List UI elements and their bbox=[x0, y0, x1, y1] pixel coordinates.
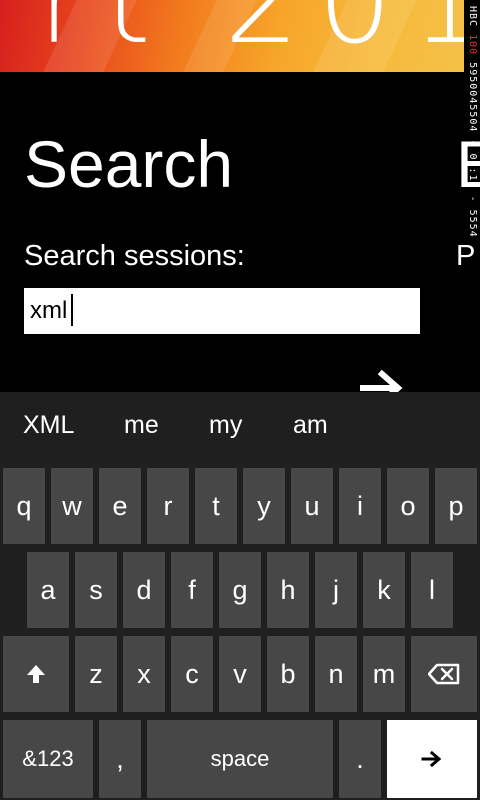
key-i[interactable]: i bbox=[339, 468, 381, 544]
page-title: Search bbox=[24, 127, 234, 201]
key-j[interactable]: j bbox=[315, 552, 357, 628]
key-x[interactable]: x bbox=[123, 636, 165, 712]
key-v[interactable]: v bbox=[219, 636, 261, 712]
key-a[interactable]: a bbox=[27, 552, 69, 628]
key-k[interactable]: k bbox=[363, 552, 405, 628]
enter-key[interactable] bbox=[387, 720, 477, 798]
suggestion-xml[interactable]: XML bbox=[23, 410, 74, 440]
key-f[interactable]: f bbox=[171, 552, 213, 628]
period-key[interactable]: . bbox=[339, 720, 381, 798]
arrow-right-icon bbox=[421, 750, 442, 768]
shift-key[interactable] bbox=[3, 636, 69, 712]
key-g[interactable]: g bbox=[219, 552, 261, 628]
suggestion-am[interactable]: am bbox=[293, 410, 328, 440]
key-q[interactable]: q bbox=[3, 468, 45, 544]
next-panel-title-peek: E bbox=[456, 127, 480, 201]
key-o[interactable]: o bbox=[387, 468, 429, 544]
key-r[interactable]: r bbox=[147, 468, 189, 544]
search-input[interactable]: xml bbox=[24, 288, 420, 334]
key-w[interactable]: w bbox=[51, 468, 93, 544]
key-p[interactable]: p bbox=[435, 468, 477, 544]
symbols-key[interactable]: &123 bbox=[3, 720, 93, 798]
suggestion-my[interactable]: my bbox=[209, 410, 242, 440]
suggestion-me[interactable]: me bbox=[124, 410, 159, 440]
onscreen-keyboard: q w e r t y u i o p a s d f g h j k l z … bbox=[0, 456, 480, 800]
key-s[interactable]: s bbox=[75, 552, 117, 628]
word-suggestion-bar: XML me my am bbox=[0, 392, 480, 456]
key-c[interactable]: c bbox=[171, 636, 213, 712]
status-carrier: HBC bbox=[467, 6, 478, 28]
key-e[interactable]: e bbox=[99, 468, 141, 544]
key-n[interactable]: n bbox=[315, 636, 357, 712]
search-input-value: xml bbox=[30, 297, 68, 324]
key-m[interactable]: m bbox=[363, 636, 405, 712]
key-b[interactable]: b bbox=[267, 636, 309, 712]
key-z[interactable]: z bbox=[75, 636, 117, 712]
backspace-icon bbox=[428, 663, 460, 685]
key-t[interactable]: t bbox=[195, 468, 237, 544]
key-h[interactable]: h bbox=[267, 552, 309, 628]
search-label: Search sessions: bbox=[24, 240, 245, 272]
comma-key[interactable]: , bbox=[99, 720, 141, 798]
key-d[interactable]: d bbox=[123, 552, 165, 628]
next-panel-label-peek: P bbox=[456, 240, 476, 272]
key-y[interactable]: y bbox=[243, 468, 285, 544]
key-l[interactable]: l bbox=[411, 552, 453, 628]
shift-arrow-up-icon bbox=[27, 665, 45, 683]
key-u[interactable]: u bbox=[291, 468, 333, 544]
backspace-key[interactable] bbox=[411, 636, 477, 712]
status-battery: 100 bbox=[467, 34, 478, 56]
status-text: HBC 100 5950045504 - 02:11 - 5554 bbox=[466, 6, 478, 238]
space-key[interactable]: space bbox=[147, 720, 333, 798]
banner-title: rt 201 bbox=[38, 0, 480, 70]
app-banner: rt 201 bbox=[0, 0, 480, 72]
text-caret bbox=[71, 294, 73, 326]
